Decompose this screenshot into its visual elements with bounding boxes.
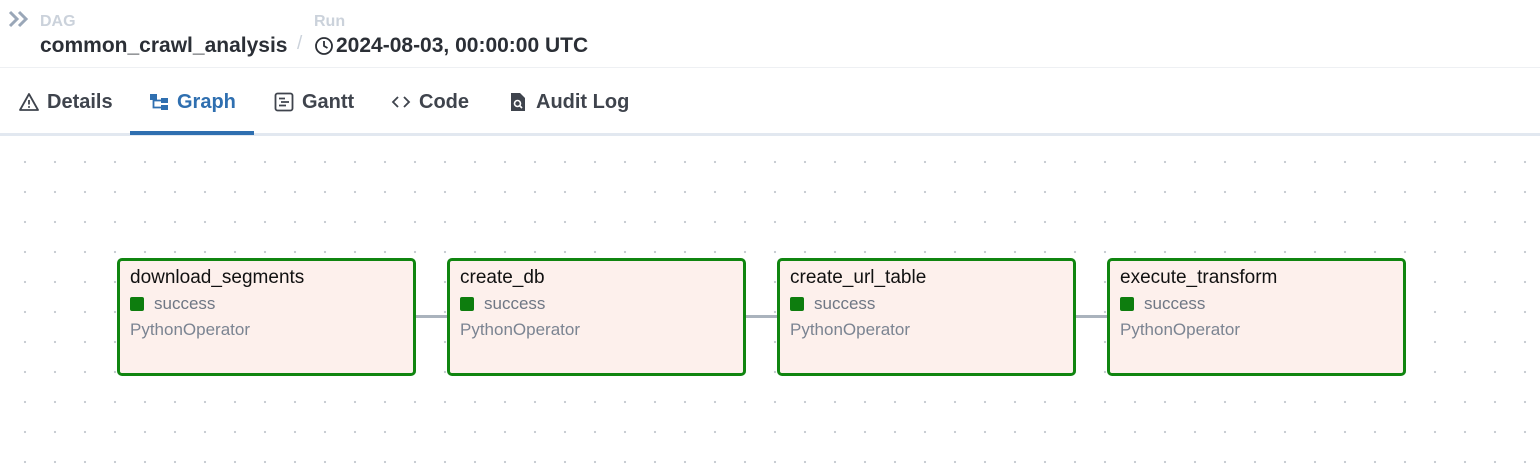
tab-details[interactable]: Details [19,68,113,136]
tab-bar: Details Graph Gantt Code Audit Log [0,68,1540,136]
run-value: 2024-08-03, 00:00:00 UTC [336,34,589,57]
gantt-icon [274,92,294,112]
task-id: create_url_table [790,267,927,288]
operator-name: PythonOperator [790,320,911,339]
task-node-create-url-table[interactable]: create_url_table success PythonOperator [777,258,1076,376]
status-text: success [814,294,876,313]
status-text: success [154,294,216,313]
active-tab-indicator [130,131,254,135]
dag-name[interactable]: common_crawl_analysis [40,33,287,59]
task-node-download-segments[interactable]: download_segments success PythonOperator [117,258,416,376]
status-text: success [484,294,546,313]
operator-name: PythonOperator [1120,320,1241,339]
tab-label: Gantt [302,90,355,113]
task-node-execute-transform[interactable]: execute_transform success PythonOperator [1107,258,1406,376]
run-value-wrap[interactable]: 2024-08-03, 00:00:00 UTC [314,33,588,59]
graph-canvas[interactable]: download_segments success PythonOperator… [0,137,1540,471]
tab-label: Details [47,90,113,113]
warning-triangle-icon [19,93,39,111]
double-chevron-right-icon[interactable] [8,10,30,28]
code-icon [391,96,411,108]
clock-icon [315,37,333,55]
status-indicator [460,297,474,311]
task-id: download_segments [130,267,305,288]
status-text: success [1144,294,1206,313]
graph-edge [415,315,447,318]
task-node-create-db[interactable]: create_db success PythonOperator [447,258,746,376]
task-status: success [1120,292,1393,316]
tab-gantt[interactable]: Gantt [274,68,354,136]
tab-graph[interactable]: Graph [149,68,236,136]
dag-label: DAG [40,13,76,30]
status-indicator [1120,297,1134,311]
tab-label: Graph [177,90,236,113]
graph-icon [150,94,168,110]
operator-name: PythonOperator [460,320,581,339]
dag-header: DAG common_crawl_analysis / Run 2024-08-… [0,0,1540,68]
tab-label: Code [419,90,469,113]
status-indicator [790,297,804,311]
tab-audit-log[interactable]: Audit Log [508,68,629,136]
graph-edge [1075,315,1107,318]
tab-label: Audit Log [536,90,630,113]
task-status: success [130,292,403,316]
operator-name: PythonOperator [130,320,251,339]
task-status: success [460,292,733,316]
tab-code[interactable]: Code [391,68,469,136]
breadcrumb-separator: / [297,33,303,54]
run-label: Run [314,13,346,30]
task-status: success [790,292,1063,316]
breadcrumb-dag[interactable]: DAG common_crawl_analysis [40,12,287,59]
breadcrumb-run[interactable]: Run 2024-08-03, 00:00:00 UTC [314,12,588,59]
task-id: execute_transform [1120,267,1278,288]
graph-edge [745,315,777,318]
audit-log-icon [511,93,525,111]
status-indicator [130,297,144,311]
task-id: create_db [460,267,545,288]
